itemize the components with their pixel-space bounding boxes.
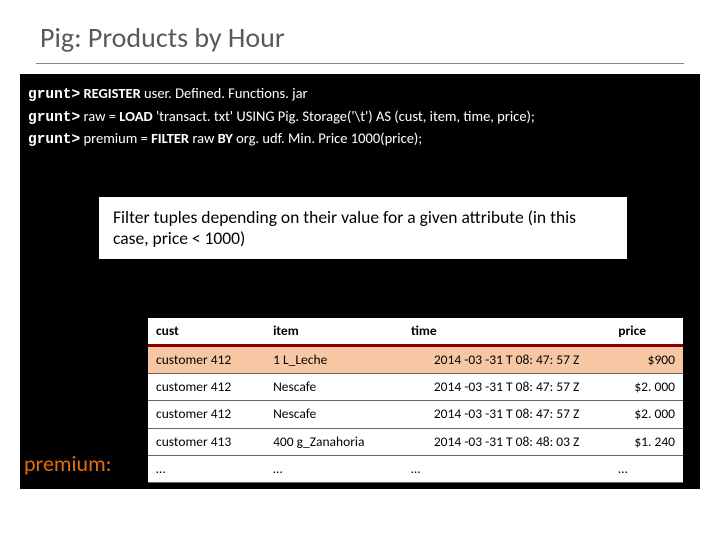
cmd-text: REGISTER user. Defined. Functions. jar <box>84 84 308 102</box>
table-row: customer 412 Nescafe 2014 -03 -31 T 08: … <box>148 401 683 428</box>
table-row: customer 412 Nescafe 2014 -03 -31 T 08: … <box>148 374 683 401</box>
terminal-line-1: grunt> REGISTER user. Defined. Functions… <box>28 84 692 106</box>
prompt: grunt> <box>28 132 80 148</box>
col-price: price <box>610 318 683 346</box>
slide-title: Pig: Products by Hour <box>0 20 720 63</box>
table-header-row: cust item time price <box>148 318 683 346</box>
title-divider <box>36 63 684 64</box>
table-row: … … … … <box>148 455 683 482</box>
cmd-text: premium = FILTER raw BY org. udf. Min. P… <box>84 129 423 147</box>
table-wrap: premium: cust item time price customer 4… <box>28 318 692 483</box>
prompt: grunt> <box>28 110 80 126</box>
col-item: item <box>265 318 403 346</box>
terminal-panel: grunt> REGISTER user. Defined. Functions… <box>20 74 700 489</box>
prompt: grunt> <box>28 87 80 103</box>
slide: Pig: Products by Hour grunt> REGISTER us… <box>0 0 720 540</box>
terminal-line-2: grunt> raw = LOAD 'transact. txt' USING … <box>28 107 692 129</box>
data-table: cust item time price customer 412 1 L_Le… <box>148 318 683 483</box>
table-label: premium: <box>24 449 112 479</box>
callout-box: Filter tuples depending on their value f… <box>98 196 628 260</box>
terminal-line-3: grunt> premium = FILTER raw BY org. udf.… <box>28 129 692 151</box>
table-row: customer 412 1 L_Leche 2014 -03 -31 T 08… <box>148 345 683 373</box>
table-row: customer 413 400 g_Zanahoria 2014 -03 -3… <box>148 428 683 455</box>
col-cust: cust <box>148 318 265 346</box>
cmd-text: raw = LOAD 'transact. txt' USING Pig. St… <box>84 107 535 125</box>
col-time: time <box>403 318 610 346</box>
